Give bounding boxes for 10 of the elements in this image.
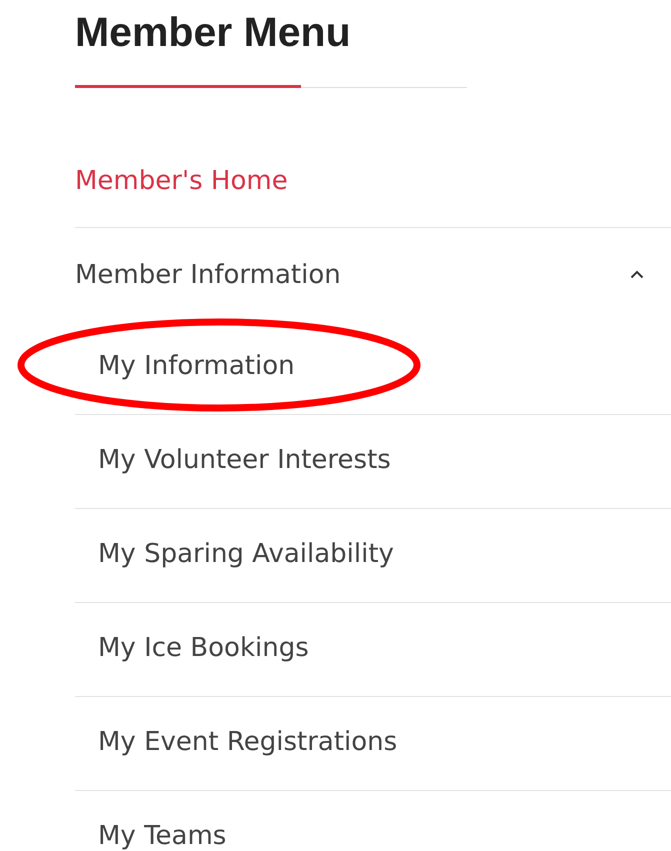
submenu-item[interactable]: My Information xyxy=(75,321,671,414)
submenu-item[interactable]: My Event Registrations xyxy=(75,697,671,790)
menu-title: Member Menu xyxy=(75,8,351,57)
submenu-item[interactable]: My Sparing Availability xyxy=(75,509,671,602)
submenu-item[interactable]: My Teams xyxy=(75,791,671,851)
menu-item[interactable]: Member's Home xyxy=(75,134,671,228)
submenu-item[interactable]: My Volunteer Interests xyxy=(75,415,671,508)
chevron-icon[interactable] xyxy=(630,270,644,279)
menu-item[interactable]: Member Information xyxy=(75,228,671,321)
submenu-item[interactable]: My Ice Bookings xyxy=(75,603,671,696)
